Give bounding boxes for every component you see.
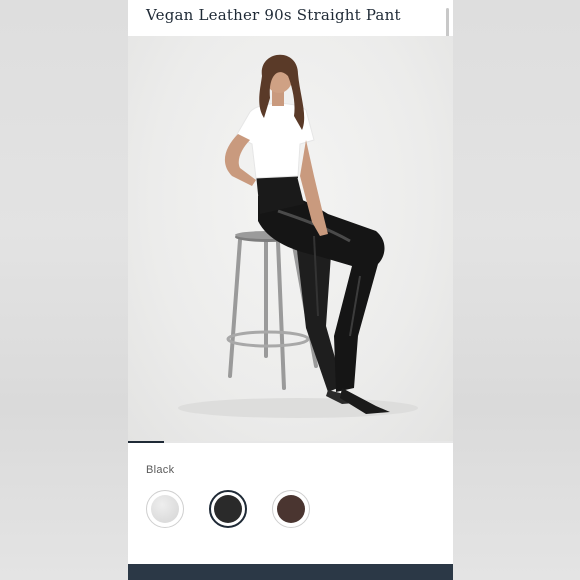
bottom-action-bar[interactable]	[128, 564, 453, 580]
product-image[interactable]	[128, 36, 453, 441]
swatch-brown[interactable]	[272, 490, 310, 528]
swatch-black-fill	[214, 495, 242, 523]
blurred-background-left	[0, 0, 128, 580]
model-illustration	[178, 54, 418, 418]
swatch-black[interactable]	[209, 490, 247, 528]
swatch-light-grey-fill	[151, 495, 179, 523]
floor-shadow	[178, 398, 418, 418]
blurred-background-right	[452, 0, 580, 580]
screenshot-frame: Vegan Leather 90s Straight Pant Black	[0, 0, 580, 580]
carousel-progress-track	[128, 441, 453, 443]
swatch-light-grey[interactable]	[146, 490, 184, 528]
product-title: Vegan Leather 90s Straight Pant	[146, 6, 401, 24]
product-page: Vegan Leather 90s Straight Pant Black	[128, 0, 453, 580]
carousel-progress-indicator	[128, 441, 164, 443]
selected-color-label: Black	[146, 464, 175, 476]
swatch-brown-fill	[277, 495, 305, 523]
